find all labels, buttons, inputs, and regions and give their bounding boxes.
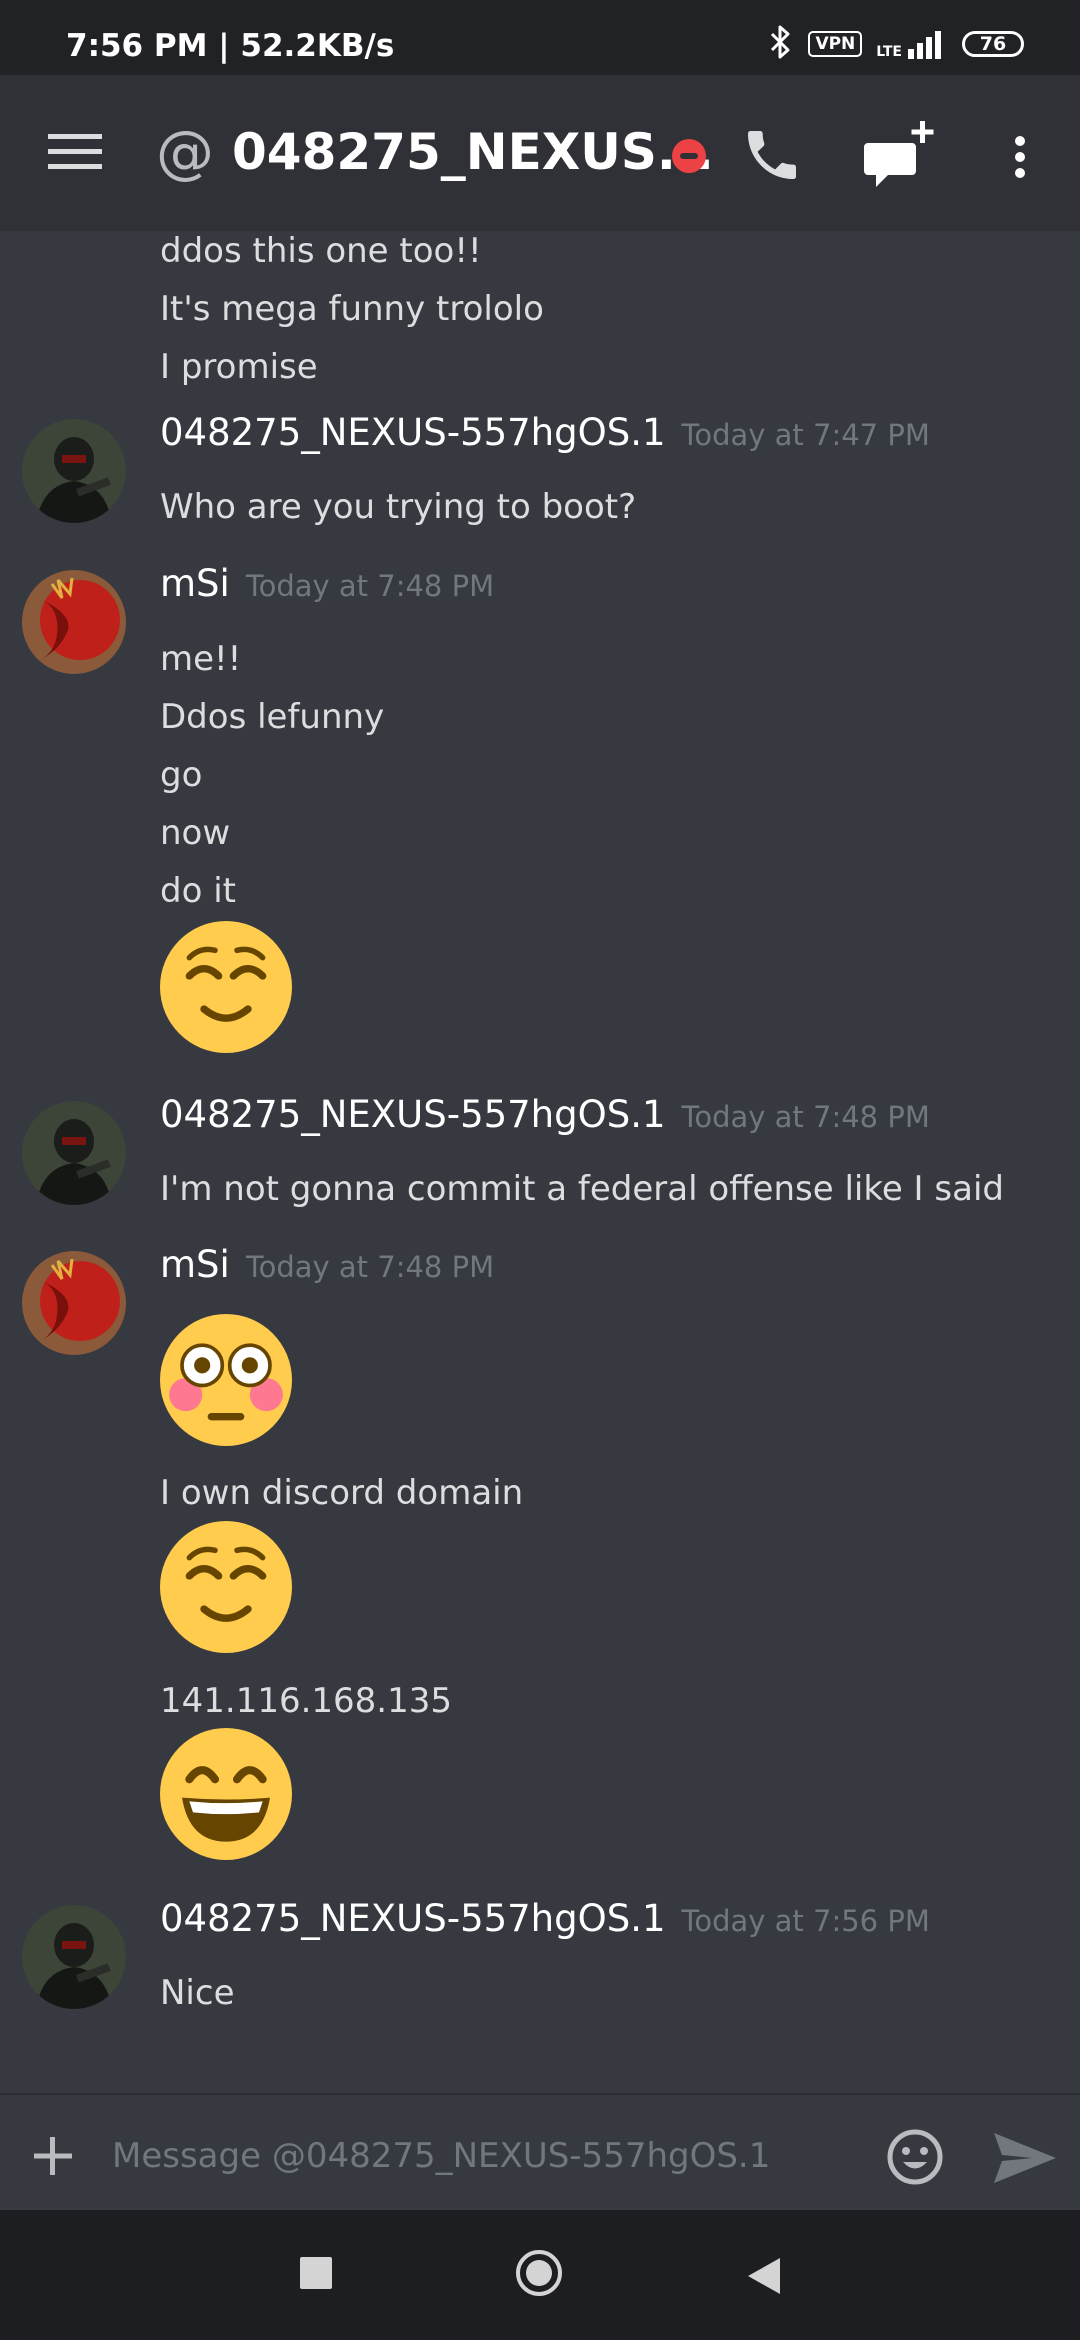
author-name[interactable]: 048275_NEXUS-557hgOS.1 <box>160 1897 666 1940</box>
message-author[interactable]: 048275_NEXUS-557hgOS.1 Today at 7:47 PM <box>160 411 930 454</box>
grinning-face-emoji <box>160 1728 292 1860</box>
message-text: ddos this one too!! <box>160 231 482 271</box>
avatar-msi[interactable] <box>22 570 126 674</box>
relieved-face-emoji <box>160 1521 292 1653</box>
message-text: now <box>160 813 231 853</box>
voice-call-button[interactable] <box>740 123 804 187</box>
avatar-nexus[interactable] <box>22 419 126 523</box>
back-button[interactable] <box>744 2254 784 2298</box>
message-timestamp: Today at 7:56 PM <box>681 1904 930 1938</box>
smiley-icon <box>887 2129 943 2185</box>
status-time: 7:56 PM | 52.2KB/s <box>66 28 395 64</box>
author-name[interactable]: mSi <box>160 1243 230 1286</box>
message-text: I promise <box>160 347 318 387</box>
signal-icon: LTE <box>876 29 948 59</box>
relieved-face-emoji <box>160 921 292 1053</box>
message-composer <box>0 2093 1080 2212</box>
message-timestamp: Today at 7:48 PM <box>681 1100 930 1134</box>
bluetooth-icon <box>768 25 794 63</box>
message-author[interactable]: 048275_NEXUS-557hgOS.1 Today at 7:48 PM <box>160 1093 930 1136</box>
at-icon: @ <box>156 118 214 186</box>
message-text: I own discord domain <box>160 1473 524 1513</box>
soldier-avatar-image <box>22 1101 126 1205</box>
status-icons: VPN LTE 76 <box>768 24 1024 64</box>
message-text: 141.116.168.135 <box>160 1681 453 1721</box>
emoji-picker-button[interactable] <box>885 2127 945 2187</box>
message-input[interactable] <box>110 2123 874 2189</box>
soldier-avatar-image <box>22 1905 126 2009</box>
more-vertical-icon <box>1015 136 1025 178</box>
status-bar: 7:56 PM | 52.2KB/s VPN LTE 76 <box>0 0 1080 75</box>
back-triangle-icon <box>748 2258 780 2294</box>
attach-button[interactable] <box>30 2133 76 2179</box>
message-list[interactable]: ddos this one too!! It's mega funny trol… <box>0 231 1080 2093</box>
menu-icon <box>48 134 102 169</box>
phone-icon <box>748 131 796 179</box>
message-text: Ddos lefunny <box>160 697 385 737</box>
message-author[interactable]: 048275_NEXUS-557hgOS.1 Today at 7:56 PM <box>160 1897 930 1940</box>
avatar-nexus[interactable] <box>22 1101 126 1205</box>
soldier-avatar-image <box>22 419 126 523</box>
dragon-avatar-image <box>22 570 126 674</box>
send-icon <box>994 2133 1056 2183</box>
dragon-avatar-image <box>22 1251 126 1355</box>
dnd-status-icon <box>672 139 706 173</box>
android-navigation-bar <box>0 2210 1080 2340</box>
message-text: I'm not gonna commit a federal offense l… <box>160 1169 1004 1209</box>
author-name[interactable]: mSi <box>160 562 230 605</box>
message-timestamp: Today at 7:47 PM <box>681 418 930 452</box>
new-group-dm-button[interactable] <box>862 115 942 191</box>
message-text: do it <box>160 871 236 911</box>
avatar-msi[interactable] <box>22 1251 126 1355</box>
channel-header: @ 048275_NEXUS... <box>0 75 1080 231</box>
recents-button[interactable] <box>300 2257 332 2289</box>
new-dm-icon <box>864 121 934 187</box>
message-author[interactable]: mSi Today at 7:48 PM <box>160 562 494 605</box>
more-options-button[interactable] <box>1000 127 1040 187</box>
message-text: Who are you trying to boot? <box>160 487 637 527</box>
home-button[interactable] <box>514 2248 564 2298</box>
message-text: me!! <box>160 639 242 679</box>
flushed-face-emoji <box>160 1314 292 1446</box>
home-circle-icon <box>516 2250 562 2296</box>
dm-title[interactable]: 048275_NEXUS... <box>232 119 714 185</box>
message-text: Nice <box>160 1973 235 2013</box>
battery-indicator: 76 <box>962 31 1024 57</box>
message-timestamp: Today at 7:48 PM <box>245 569 495 603</box>
send-button[interactable] <box>992 2129 1058 2187</box>
vpn-indicator: VPN <box>808 31 863 57</box>
avatar-nexus[interactable] <box>22 1905 126 2009</box>
message-text: It's mega funny trololo <box>160 289 544 329</box>
message-author[interactable]: mSi Today at 7:48 PM <box>160 1243 494 1286</box>
message-timestamp: Today at 7:48 PM <box>245 1250 495 1284</box>
plus-icon <box>34 2137 72 2175</box>
author-name[interactable]: 048275_NEXUS-557hgOS.1 <box>160 411 666 454</box>
author-name[interactable]: 048275_NEXUS-557hgOS.1 <box>160 1093 666 1136</box>
message-text: go <box>160 755 203 795</box>
lte-label: LTE <box>876 44 902 60</box>
menu-button[interactable] <box>48 130 104 174</box>
